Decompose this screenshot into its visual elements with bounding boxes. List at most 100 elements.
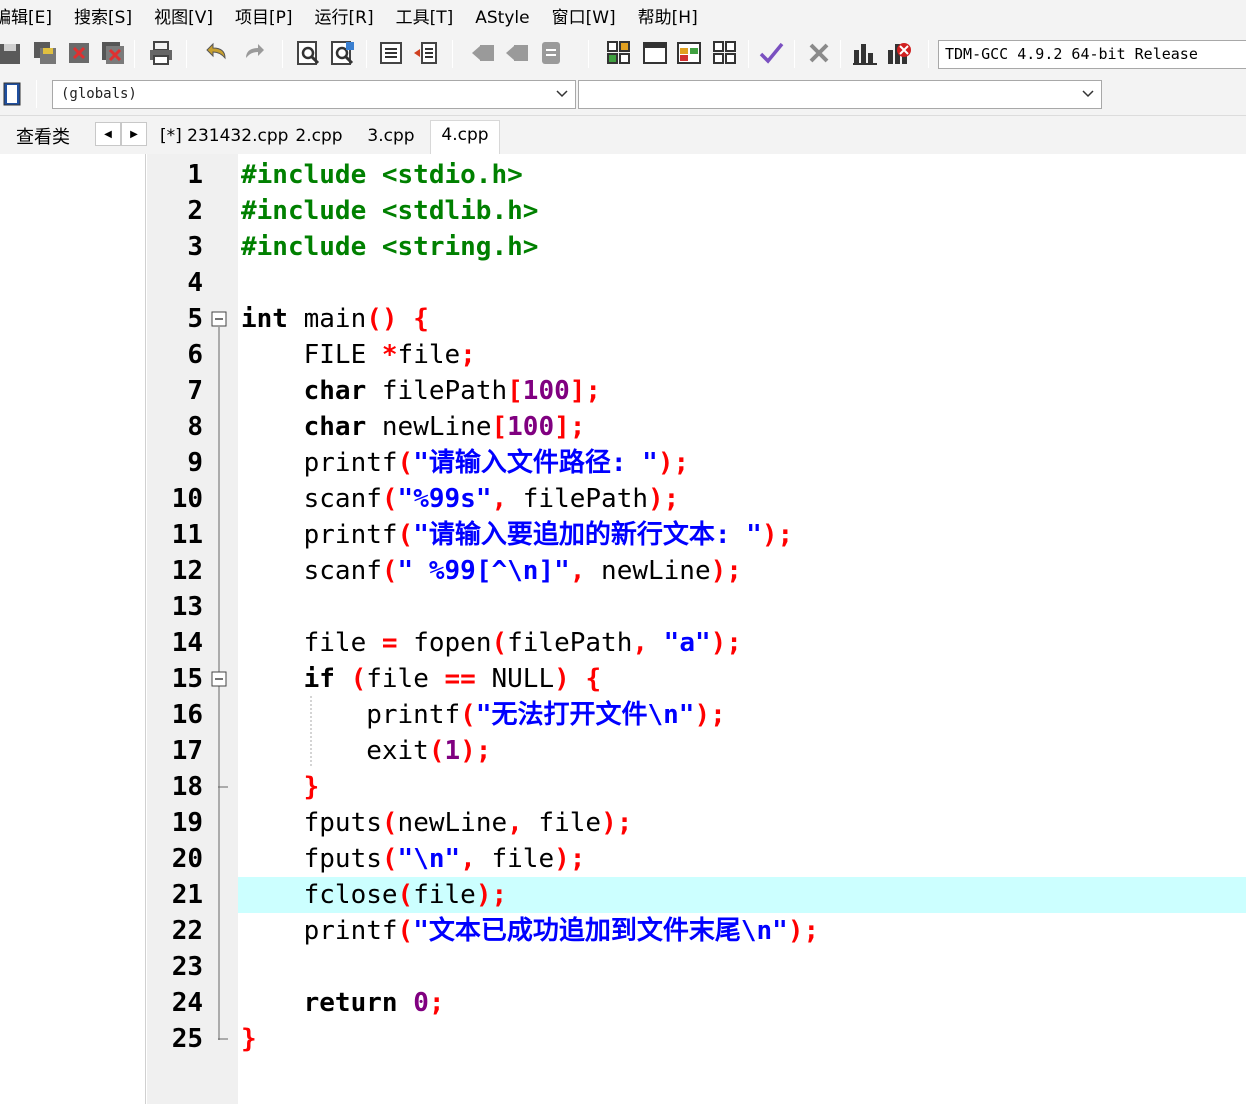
code-text: fputs("\n", file);	[241, 841, 586, 877]
rebuild-icon[interactable]	[712, 40, 738, 66]
menu-view[interactable]: 视图[V]	[154, 0, 213, 36]
toolbar-separator	[452, 40, 453, 68]
menu-window[interactable]: 窗口[W]	[552, 0, 616, 36]
code-token-id	[241, 772, 304, 802]
tab-4-cpp[interactable]: 4.cpp	[430, 120, 500, 154]
code-token-id: file	[475, 844, 555, 874]
syntax-check-icon[interactable]	[758, 40, 784, 66]
code-line[interactable]: 22 printf("文本已成功追加到文件末尾\n");	[0, 913, 1246, 949]
code-line[interactable]: 5 int main() {	[0, 301, 1246, 337]
tab-3-cpp[interactable]: 3.cpp	[360, 120, 422, 154]
code-line[interactable]: 23	[0, 949, 1246, 985]
go-forward-icon[interactable]	[504, 40, 530, 66]
function-select[interactable]	[578, 80, 1102, 109]
code-line[interactable]: 11 printf("请输入要追加的新行文本: ");	[0, 517, 1246, 553]
code-token-op: );	[648, 484, 680, 514]
menu-tools[interactable]: 工具[T]	[396, 0, 454, 36]
close-file-icon[interactable]	[66, 40, 92, 66]
stop-execution-icon[interactable]	[806, 40, 832, 66]
code-line[interactable]: 7 char filePath[100];	[0, 373, 1246, 409]
find-icon[interactable]	[296, 40, 322, 66]
tab-class-browser[interactable]: 查看类	[16, 123, 70, 149]
code-line[interactable]: 18 }	[0, 769, 1246, 805]
code-line[interactable]: 16 printf("无法打开文件\n");	[0, 697, 1246, 733]
code-token-op: {	[585, 664, 602, 694]
code-line[interactable]: 9 printf("请输入文件路径: ");	[0, 445, 1246, 481]
code-line[interactable]: 3 #include <string.h>	[0, 229, 1246, 265]
code-line[interactable]: 8 char newLine[100];	[0, 409, 1246, 445]
save-all-icon[interactable]	[32, 40, 58, 66]
print-icon[interactable]	[148, 40, 174, 66]
chevron-right-icon[interactable]: ▶	[121, 122, 147, 146]
tab-2-cpp[interactable]: 2.cpp	[288, 120, 350, 154]
code-token-id: fputs	[241, 844, 382, 874]
code-line[interactable]: 1 #include <stdio.h>	[0, 157, 1246, 193]
run-icon[interactable]	[642, 40, 668, 66]
code-token-num: 100	[522, 376, 570, 406]
code-token-id	[398, 304, 414, 334]
menu-help[interactable]: 帮助[H]	[638, 0, 698, 36]
code-token-str: "%99s"	[397, 484, 492, 514]
code-line[interactable]: 24 return 0;	[0, 985, 1246, 1021]
code-token-id: filePath	[507, 628, 633, 658]
indent-icon[interactable]	[378, 40, 404, 66]
code-line[interactable]: 14 file = fopen(filePath, "a");	[0, 625, 1246, 661]
menu-search[interactable]: 搜索[S]	[74, 0, 132, 36]
code-line[interactable]: 25}	[0, 1021, 1246, 1057]
menu-astyle[interactable]: AStyle	[475, 0, 529, 36]
code-token-op: [	[491, 412, 508, 442]
code-token-op: (	[381, 484, 398, 514]
code-line[interactable]: 6 FILE *file;	[0, 337, 1246, 373]
code-token-id: printf	[241, 448, 398, 478]
code-line[interactable]: 19 fputs(newLine, file);	[0, 805, 1246, 841]
delete-profile-icon[interactable]	[886, 40, 912, 66]
line-number: 6	[187, 340, 203, 370]
tab-bar: 查看类 ◀ ▶ [*] 231432.cpp 2.cpp 3.cpp 4.cpp	[0, 116, 1246, 154]
code-token-op: );	[710, 556, 742, 586]
code-line[interactable]: 12 scanf(" %99[^\n]", newLine);	[0, 553, 1246, 589]
undo-icon[interactable]	[205, 40, 231, 66]
code-token-op: ==	[444, 664, 476, 694]
unindent-icon[interactable]	[412, 40, 438, 66]
code-token-op: }	[303, 772, 320, 802]
line-number: 19	[171, 808, 203, 838]
compile-icon[interactable]	[606, 40, 632, 66]
line-number: 23	[171, 952, 203, 982]
code-token-op: (	[491, 628, 508, 658]
code-line[interactable]: 17 exit(1);	[0, 733, 1246, 769]
code-token-op: );	[694, 700, 726, 730]
menu-run[interactable]: 运行[R]	[315, 0, 374, 36]
replace-icon[interactable]	[330, 40, 356, 66]
code-token-id: newLine	[397, 808, 508, 838]
line-number: 13	[171, 592, 203, 622]
code-token-op: )	[554, 664, 570, 694]
compiler-select[interactable]: TDM-GCC 4.9.2 64-bit Release	[938, 40, 1246, 69]
code-line[interactable]: 20 fputs("\n", file);	[0, 841, 1246, 877]
code-token-id: fopen	[397, 628, 492, 658]
compile-run-icon[interactable]	[676, 40, 702, 66]
menu-edit[interactable]: 编辑[E]	[0, 0, 52, 36]
code-line[interactable]: 4	[0, 265, 1246, 301]
code-token-id	[398, 988, 414, 1018]
menu-project[interactable]: 项目[P]	[235, 0, 293, 36]
code-line[interactable]: 2 #include <stdlib.h>	[0, 193, 1246, 229]
code-line[interactable]: 21 fclose(file);	[0, 877, 1246, 913]
close-all-icon[interactable]	[100, 40, 126, 66]
line-number: 5	[187, 304, 203, 334]
go-back-icon[interactable]	[470, 40, 496, 66]
line-number: 24	[171, 988, 203, 1018]
scope-select[interactable]: (globals)	[52, 80, 576, 109]
profile-chart-icon[interactable]	[852, 40, 878, 66]
class-browser-toggle-icon[interactable]	[3, 82, 21, 106]
code-line[interactable]: 10 scanf("%99s", filePath);	[0, 481, 1246, 517]
save-icon[interactable]	[0, 40, 26, 66]
redo-icon[interactable]	[240, 40, 266, 66]
code-line[interactable]: 15 if (file == NULL) {	[0, 661, 1246, 697]
code-line[interactable]: 13	[0, 589, 1246, 625]
chevron-down-icon	[556, 90, 568, 98]
chevron-left-icon[interactable]: ◀	[95, 122, 121, 146]
tab-231432-cpp[interactable]: [*] 231432.cpp	[160, 120, 288, 154]
code-text: fputs(newLine, file);	[241, 805, 633, 841]
code-text: printf("无法打开文件\n");	[241, 697, 726, 733]
bookmark-icon[interactable]	[538, 40, 564, 66]
